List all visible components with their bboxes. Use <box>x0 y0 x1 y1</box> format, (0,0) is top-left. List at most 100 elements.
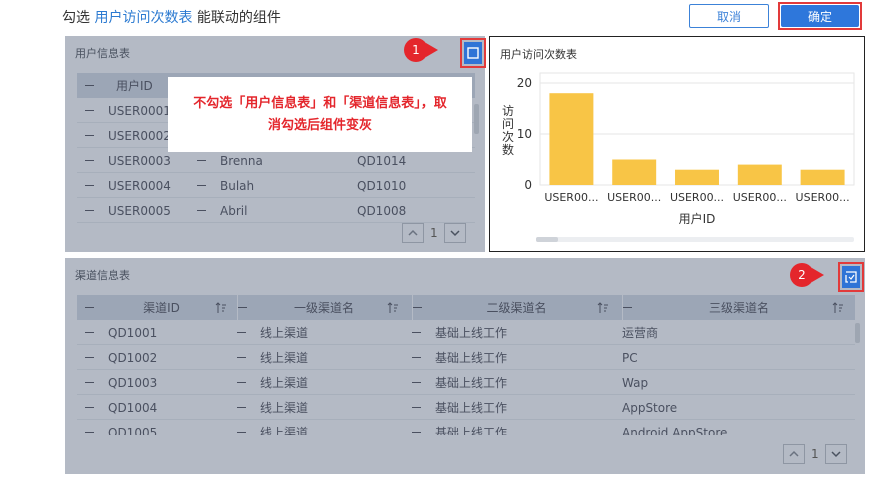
dash-icon <box>237 382 246 383</box>
x-tick-label: USER00... <box>607 191 661 204</box>
title-highlight: 用户访问次数表 <box>94 10 193 26</box>
prev-page-button[interactable] <box>783 444 805 464</box>
dash-icon <box>413 307 422 308</box>
visit-count-chart-panel[interactable]: 用户访问次数表 0 10 20 USER00... USER00... USER00...… <box>489 36 865 252</box>
cell-text: 基础上线工作 <box>435 376 508 390</box>
y-tick-label: 20 <box>517 76 532 90</box>
cell-text: QD1010 <box>357 178 407 193</box>
channel-table-pager: 1 <box>783 444 847 464</box>
x-tick-label: USER00... <box>544 191 598 204</box>
cell-text: 线上渠道 <box>260 326 309 340</box>
channel-info-panel[interactable]: 渠道信息表 渠道ID 一级渠道名 二级渠道名 三级渠道名 QD1001 线上渠道 基础上线… <box>65 258 865 474</box>
user-panel-link-checkbox[interactable] <box>464 42 482 64</box>
dash-icon <box>85 135 94 136</box>
callout-arrow-1 <box>426 43 438 57</box>
table-cell: 线上渠道 <box>237 320 308 345</box>
dash-icon <box>85 110 94 111</box>
cell-text: QD1003 <box>108 375 158 390</box>
bar[interactable] <box>800 169 845 185</box>
cell-text: USER0004 <box>108 178 171 193</box>
bar[interactable] <box>612 159 657 186</box>
sort-icon[interactable] <box>387 301 399 314</box>
cell-text: USER0002 <box>108 128 171 143</box>
cell-text: 运营商 <box>622 326 659 340</box>
table-cell: USER0005 <box>85 198 171 223</box>
bar-chart: 0 10 20 USER00... USER00... USER00... USER00..… <box>502 72 855 242</box>
header-cell-user-id: 用户ID <box>85 73 153 98</box>
table-cell: Wap <box>622 370 648 395</box>
table-cell: 基础上线工作 <box>412 345 507 370</box>
dash-icon <box>412 382 421 383</box>
cell-text: 基础上线工作 <box>435 326 508 340</box>
table-cell: QD1002 <box>85 345 157 370</box>
cell-text: 线上渠道 <box>260 426 309 435</box>
dash-icon <box>85 357 94 358</box>
table-row[interactable]: USER0005 Abril QD1008 <box>77 198 475 223</box>
table-row[interactable]: QD1004 线上渠道 基础上线工作 AppStore <box>77 395 855 420</box>
channel-panel-title: 渠道信息表 <box>75 269 130 282</box>
header-cell[interactable]: 渠道ID <box>85 295 235 320</box>
dash-icon <box>85 432 94 433</box>
chevron-up-icon <box>408 229 418 236</box>
sort-icon[interactable] <box>215 301 227 314</box>
next-page-button[interactable] <box>443 223 466 243</box>
dash-icon <box>237 357 246 358</box>
x-tick-label: USER00... <box>733 191 787 204</box>
table-row[interactable]: USER0004 Bulah QD1010 <box>77 173 475 198</box>
header-label: 三级渠道名 <box>708 301 769 315</box>
table-cell: 线上渠道 <box>237 370 308 395</box>
table-cell: Android AppStore <box>622 420 727 436</box>
bar[interactable] <box>549 93 594 185</box>
dash-icon <box>85 85 94 86</box>
cell-text: USER0005 <box>108 203 171 218</box>
page-number: 1 <box>811 447 819 461</box>
cancel-button[interactable]: 取消 <box>689 4 769 28</box>
sort-icon[interactable] <box>832 301 844 314</box>
table-cell: 线上渠道 <box>237 345 308 370</box>
cell-text: Wap <box>622 375 649 390</box>
dash-icon <box>85 382 94 383</box>
header-cell[interactable]: 一级渠道名 <box>237 295 407 320</box>
dash-icon <box>237 332 246 333</box>
bar[interactable] <box>737 164 782 185</box>
table-row[interactable]: QD1002 线上渠道 基础上线工作 PC <box>77 345 855 370</box>
title-suffix: 能联动的组件 <box>196 10 281 26</box>
user-table-scrollbar[interactable] <box>474 104 479 134</box>
cell-text: QD1005 <box>108 425 158 436</box>
cell-text: Abril <box>220 203 248 218</box>
chart-scroll-thumb[interactable] <box>536 237 558 242</box>
table-cell: 基础上线工作 <box>412 370 507 395</box>
chevron-down-icon <box>831 451 841 458</box>
dash-icon <box>85 307 94 308</box>
sort-icon[interactable] <box>597 301 609 314</box>
header-cell[interactable]: 二级渠道名 <box>412 295 617 320</box>
channel-panel-link-checkbox[interactable] <box>842 266 860 288</box>
dash-icon <box>197 185 206 186</box>
dialog: 勾选 用户访问次数表 能联动的组件 取消 确定 用户信息表 用户ID USER0… <box>0 0 880 477</box>
cell-text: 基础上线工作 <box>435 426 508 435</box>
dash-icon <box>197 210 206 211</box>
table-cell: USER0001 <box>85 98 171 123</box>
next-page-button[interactable] <box>824 444 847 464</box>
table-cell: 线上渠道 <box>237 395 308 420</box>
callout-arrow-2 <box>812 268 824 282</box>
table-row[interactable]: QD1005 线上渠道 基础上线工作 Android AppStore <box>77 420 855 435</box>
table-row[interactable]: QD1001 线上渠道 基础上线工作 运营商 <box>77 320 855 345</box>
table-cell: 线上渠道 <box>237 420 308 435</box>
cell-text: USER0003 <box>108 153 171 168</box>
dash-icon <box>237 407 246 408</box>
channel-table-scrollbar[interactable] <box>855 323 860 343</box>
table-cell: QD1010 <box>357 173 406 198</box>
channel-panel-link-toggle-frame <box>838 262 864 292</box>
table-cell: 基础上线工作 <box>412 395 507 420</box>
header-cell[interactable]: 三级渠道名 <box>622 295 852 320</box>
prev-page-button[interactable] <box>402 223 424 243</box>
link-toggle-icon <box>845 271 857 283</box>
ok-button[interactable]: 确定 <box>781 5 859 27</box>
y-axis-label: 访 <box>502 104 514 118</box>
channel-table-header: 渠道ID 一级渠道名 二级渠道名 三级渠道名 <box>77 295 855 320</box>
bar[interactable] <box>675 169 719 185</box>
table-cell: QD1001 <box>85 320 157 345</box>
dash-icon <box>623 307 632 308</box>
table-row[interactable]: QD1003 线上渠道 基础上线工作 Wap <box>77 370 855 395</box>
